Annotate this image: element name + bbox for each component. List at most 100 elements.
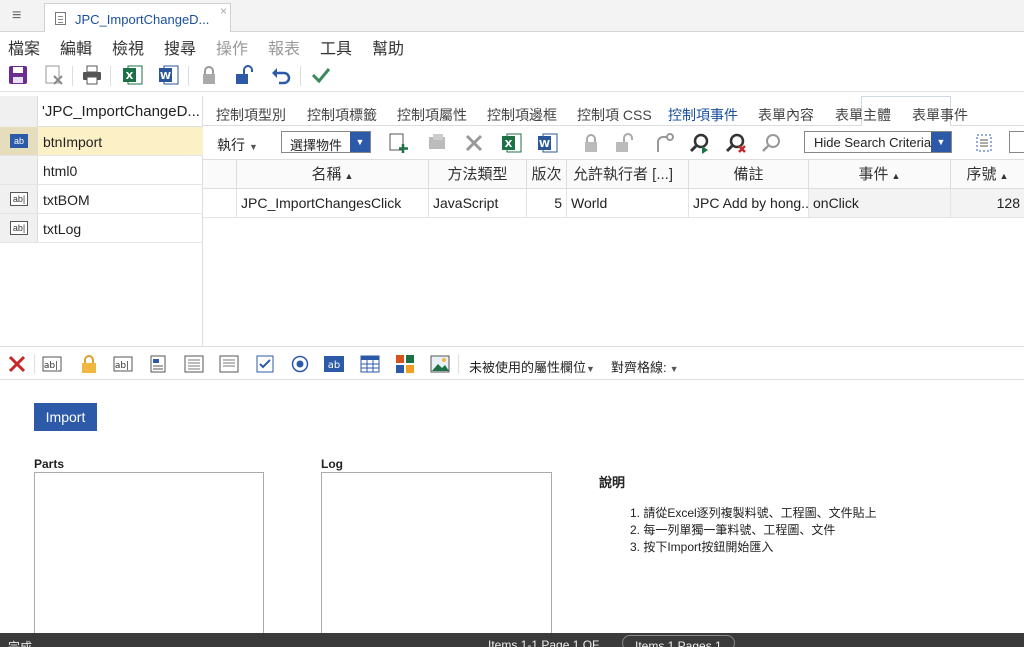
sort-asc-icon: ▲	[999, 171, 1009, 181]
unlock-icon[interactable]	[233, 64, 255, 86]
unlock-icon[interactable]	[613, 132, 635, 154]
svg-text:ab|: ab|	[44, 361, 58, 371]
chevron-down-icon: ▼	[350, 132, 370, 152]
menu-search[interactable]: 搜尋	[164, 35, 196, 59]
chevron-down-icon: ▼	[586, 364, 595, 374]
import-button[interactable]: Import	[34, 403, 97, 431]
control-item-txtbom[interactable]: ab| txtBOM	[0, 185, 203, 214]
menu-view[interactable]: 檢視	[112, 35, 144, 59]
close-document-icon[interactable]	[43, 64, 65, 86]
execute-dropdown[interactable]: 執行 ▼	[217, 135, 258, 155]
cell-seq: 128	[951, 189, 1024, 218]
grid-header-allowed-users[interactable]: 允許執行者 [...]	[567, 160, 689, 189]
control-item-btnimport[interactable]: ab btnImport	[0, 127, 203, 156]
lock-icon[interactable]	[580, 132, 602, 154]
list-tool-icon[interactable]	[219, 355, 239, 373]
checkbox-tool-icon[interactable]	[255, 355, 275, 373]
form-tool-icon[interactable]	[149, 355, 169, 373]
grid-header-remark[interactable]: 備註	[689, 160, 809, 189]
label-tool-icon[interactable]: ab|	[113, 355, 133, 373]
add-new-icon[interactable]	[388, 132, 410, 154]
document-tab-title: JPC_ImportChangeD...	[75, 12, 210, 27]
grid-tool-icon[interactable]	[360, 355, 380, 373]
form-design-canvas: Import Parts Log 說明 1. 請從Excel逐列複製料號、工程圖…	[0, 381, 1024, 642]
grid-header-method-type[interactable]: 方法類型	[429, 160, 527, 189]
tab-form-events[interactable]: 表單事件	[912, 105, 968, 125]
tab-control-border[interactable]: 控制項邊框	[487, 105, 557, 125]
description-list: 1. 請從Excel逐列複製料號、工程圖、文件貼上 2. 每一列單獨一筆料號、工…	[630, 505, 877, 556]
tab-form-content[interactable]: 表單內容	[758, 105, 814, 125]
excel-icon[interactable]: X	[122, 64, 144, 86]
menu-tools[interactable]: 工具	[320, 35, 352, 59]
sort-asc-icon: ▲	[344, 171, 354, 181]
word-icon[interactable]: W	[537, 132, 559, 154]
menu-edit[interactable]: 編輯	[60, 35, 92, 59]
search-clear-icon[interactable]	[725, 132, 747, 154]
delete-control-icon[interactable]	[7, 355, 27, 373]
tab-control-type[interactable]: 控制項型別	[216, 105, 286, 125]
menu-actions[interactable]: 操作	[216, 35, 248, 59]
svg-text:X: X	[505, 139, 513, 150]
close-tab-icon[interactable]: ×	[220, 4, 227, 18]
header-label: 序號	[966, 166, 997, 183]
select-all-icon[interactable]	[973, 132, 995, 154]
search-criteria-dropdown[interactable]: Hide Search Criteria ▼	[804, 131, 952, 153]
textbox-tool-icon[interactable]: ab|	[42, 355, 62, 373]
toolbar-separator	[300, 66, 301, 86]
parts-textarea[interactable]	[34, 472, 264, 642]
unused-properties-label: 未被使用的屬性欄位	[469, 360, 587, 375]
tab-control-events[interactable]: 控制項事件	[668, 105, 738, 125]
control-item-html0[interactable]: html0	[0, 156, 203, 185]
image-tool-icon[interactable]	[430, 355, 450, 373]
grid-header-seq[interactable]: 序號 ▲	[951, 160, 1024, 189]
search-run-icon[interactable]	[689, 132, 711, 154]
row-gutter: ab|	[0, 185, 38, 213]
textarea-tool-icon[interactable]	[184, 355, 204, 373]
document-tab[interactable]: JPC_ImportChangeD... ×	[44, 3, 231, 32]
cell-name: JPC_ImportChangesClick	[237, 189, 429, 218]
grid-input[interactable]	[1009, 131, 1024, 153]
menu-help[interactable]: 幫助	[372, 35, 404, 59]
row-gutter	[0, 96, 38, 127]
unused-properties-dropdown[interactable]: 未被使用的屬性欄位▼	[469, 357, 595, 376]
radio-tool-icon[interactable]	[290, 355, 310, 373]
print-icon[interactable]	[81, 64, 103, 86]
row-gutter: ab	[0, 127, 38, 155]
align-grid-dropdown[interactable]: 對齊格線: ▼	[611, 357, 679, 376]
menu-file[interactable]: 檔案	[8, 35, 40, 59]
control-item-txtlog[interactable]: ab| txtLog	[0, 214, 203, 243]
button-control-icon: ab	[10, 134, 28, 148]
undo-icon[interactable]	[270, 64, 292, 86]
list-item: 2. 每一列單獨一筆料號、工程圖、文件	[630, 523, 836, 537]
tiles-tool-icon[interactable]	[395, 355, 415, 373]
excel-icon[interactable]: X	[501, 132, 523, 154]
word-icon[interactable]: W	[158, 64, 180, 86]
execute-label: 執行	[217, 137, 245, 153]
password-tool-icon[interactable]	[79, 355, 99, 373]
menu-reports[interactable]: 報表	[268, 35, 300, 59]
hamburger-menu-icon[interactable]: ≡	[12, 8, 21, 24]
tab-control-properties[interactable]: 控制項屬性	[397, 105, 467, 125]
tab-control-css[interactable]: 控制項 CSS	[577, 105, 652, 125]
grid-header-name[interactable]: 名稱 ▲	[237, 160, 429, 189]
status-items: Items 1-1 Page 1 OF	[488, 638, 600, 647]
select-object-dropdown[interactable]: 選擇物件 ▼	[281, 131, 371, 153]
check-icon[interactable]	[310, 64, 332, 86]
tab-control-label[interactable]: 控制項標籤	[307, 105, 377, 125]
svg-text:ab: ab	[328, 360, 340, 371]
link-icon[interactable]	[653, 132, 675, 154]
grid-header-event[interactable]: 事件 ▲	[809, 160, 951, 189]
tab-form-body[interactable]: 表單主體	[835, 105, 891, 125]
list-item: 3. 按下Import按鈕開始匯入	[630, 540, 774, 554]
search-options-icon[interactable]	[761, 132, 783, 154]
button-tool-icon[interactable]: ab	[324, 355, 344, 373]
delete-icon[interactable]	[463, 132, 485, 154]
pick-icon[interactable]	[427, 132, 449, 154]
cell-version: 5	[527, 189, 567, 218]
toolbox-separator	[34, 354, 35, 374]
log-textarea[interactable]	[321, 472, 552, 642]
grid-header-version[interactable]: 版次	[527, 160, 567, 189]
save-icon[interactable]	[7, 64, 29, 86]
control-list-panel: 'JPC_ImportChangeD... ab btnImport html0…	[0, 96, 203, 346]
lock-icon[interactable]	[198, 64, 220, 86]
